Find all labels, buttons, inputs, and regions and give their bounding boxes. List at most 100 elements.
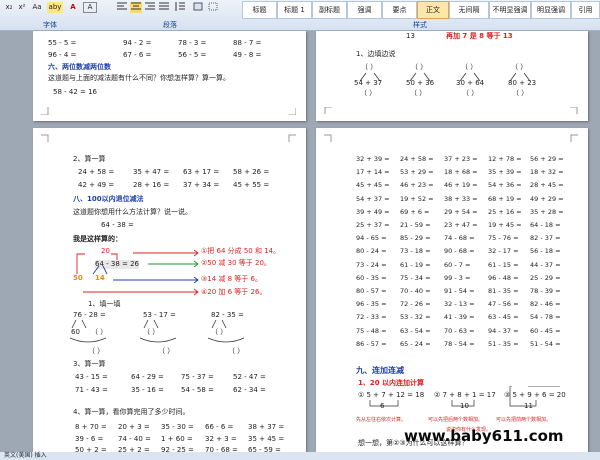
expr: 54 - 58 =: [181, 386, 214, 394]
expr: 64 - 29 =: [131, 373, 164, 381]
grid-expr: 25 + 16 =: [488, 207, 522, 216]
highlight-button[interactable]: aby: [47, 2, 63, 13]
expr: 35 - 30 =: [161, 423, 194, 431]
grid-expr: 75 - 48 =: [356, 326, 387, 335]
expr: 50 + 36: [406, 79, 435, 87]
crop-mark-icon: [289, 108, 296, 115]
grid-expr: 19 + 52 =: [400, 194, 434, 203]
expr: 38 + 37 =: [248, 423, 285, 431]
style-no-spacing[interactable]: 无间隔: [449, 1, 489, 19]
subsection-heading: 2、算一算: [73, 155, 106, 163]
grid-expr: 80 - 57 =: [356, 287, 387, 295]
expr: 78 - 3 =: [178, 39, 207, 47]
paren-blank: （ ）: [360, 89, 377, 97]
paren-blank: （ ）: [410, 89, 427, 97]
align-right-icon[interactable]: [144, 2, 156, 13]
expr: 35 - 16 =: [131, 386, 164, 394]
style-intense-emphasis[interactable]: 明显强调: [531, 1, 571, 19]
grid-expr: 69 + 6 =: [400, 207, 430, 216]
crop-mark-icon: [41, 107, 49, 115]
style-key-point[interactable]: 要点: [382, 1, 417, 19]
change-case-button[interactable]: Aa: [31, 2, 43, 13]
grid-expr: 35 + 28 =: [530, 207, 564, 216]
style-heading1[interactable]: 标题 1: [277, 1, 312, 19]
style-quote[interactable]: 引用: [571, 1, 600, 19]
expr: 74 - 40 =: [118, 435, 151, 443]
grid-expr: 32 + 39 =: [356, 155, 390, 163]
grid-expr: 46 + 23 =: [400, 181, 434, 190]
grid-expr: 70 - 40 =: [400, 287, 431, 295]
grid-expr: 53 + 29 =: [400, 168, 434, 177]
ribbon: x₂ x² Aa aby A A 字体 段落 样式 标题 标题 1 副标题 强调…: [0, 0, 600, 31]
style-subtle-emphasis[interactable]: 不明显强调: [489, 1, 531, 19]
align-left-icon[interactable]: [116, 2, 128, 13]
grid-expr: 94 - 65 =: [356, 234, 387, 243]
grid-expr: 51 - 54 =: [530, 339, 561, 348]
grid-expr: 51 - 35 =: [488, 339, 519, 348]
grid-expr: 41 - 39 =: [444, 313, 475, 322]
grid-expr: 72 - 26 =: [400, 300, 431, 309]
crop-mark-icon: [288, 134, 296, 142]
expr: 54 + 37: [354, 79, 383, 87]
grid-expr: 38 + 33 =: [444, 194, 478, 203]
expr: 67 - 6 =: [123, 51, 152, 59]
borders-icon[interactable]: [207, 2, 219, 13]
expr: 56 - 5 =: [178, 51, 207, 59]
shading-icon[interactable]: [192, 2, 204, 13]
grid-expr: 32 - 17 =: [488, 247, 519, 256]
grid-expr: 37 + 23 =: [444, 155, 478, 163]
fill-num: （ ）: [91, 328, 108, 336]
method-title: 我是这样算的：: [73, 235, 122, 243]
status-text: 英文(美国) 插入: [4, 452, 47, 459]
expr: 32 + 3 =: [205, 435, 237, 443]
grid-expr: 74 - 68 =: [444, 234, 475, 243]
subscript-button[interactable]: x₂: [4, 2, 14, 13]
grid-expr: 85 - 29 =: [400, 234, 431, 243]
paren-blank: （ ）: [462, 89, 479, 97]
expr: 96 - 4 =: [48, 51, 77, 59]
style-title[interactable]: 标题: [242, 1, 277, 19]
paren-blank: （ ）: [512, 89, 529, 97]
justify-icon[interactable]: [158, 2, 170, 13]
expr: 66 - 6 =: [205, 423, 234, 431]
note-3: 可以先把前两个数相加。: [496, 417, 552, 423]
step-4: ④20 加 6 等于 26。: [201, 288, 267, 296]
grid-expr: 60 - 45 =: [530, 326, 561, 335]
top-num: 13: [406, 32, 415, 40]
grid-expr: 70 - 63 =: [444, 326, 475, 335]
grid-expr: 12 + 78 =: [488, 155, 522, 163]
align-center-icon[interactable]: [130, 2, 142, 13]
grid-expr: 96 - 35 =: [356, 300, 387, 309]
grid-expr: 32 - 13 =: [444, 300, 475, 309]
expr: 49 - 8 =: [233, 51, 262, 59]
status-bar: 英文(美国) 插入: [0, 452, 600, 460]
style-emphasis[interactable]: 强调: [347, 1, 382, 19]
fill-num: （ ）: [143, 328, 160, 336]
style-normal[interactable]: 正文: [417, 1, 449, 19]
font-color-button[interactable]: A: [68, 2, 78, 13]
expr: 42 + 49 =: [78, 181, 115, 189]
grid-expr: 24 + 58 =: [400, 155, 434, 163]
grid-expr: 78 - 39 =: [530, 287, 561, 295]
grid-expr: 25 + 37 =: [356, 221, 390, 229]
grid-expr: 28 + 45 =: [530, 181, 564, 190]
expr: 24 + 58 =: [78, 168, 115, 176]
expr: 35 + 47 =: [133, 168, 170, 176]
fill-num: （ ）: [211, 328, 228, 336]
grid-expr: 56 - 18 =: [530, 247, 561, 256]
character-border-button[interactable]: A: [83, 2, 97, 13]
step-3: ③14 减 8 等于 6。: [201, 275, 262, 283]
page-top-left: 55 - 5 = 94 - 2 = 78 - 3 = 88 - 7 = 96 -…: [33, 31, 306, 121]
superscript-button[interactable]: x²: [17, 2, 27, 13]
expr: 80 + 23: [508, 79, 537, 87]
page-top-right: 13 再加 7 是 8 等于 13 1、边填边说 （ ） （ ） （ ） （ ）…: [316, 31, 588, 121]
style-subtitle[interactable]: 副标题: [312, 1, 347, 19]
grid-expr: 18 + 68 =: [444, 168, 478, 177]
grid-expr: 63 - 54 =: [400, 326, 431, 335]
expr: 45 + 55 =: [233, 181, 270, 189]
grid-expr: 82 - 46 =: [530, 300, 561, 309]
fill-num: （ ）: [88, 347, 105, 355]
expr: 35 + 45 =: [248, 435, 285, 443]
chain-below-3: 11: [524, 402, 533, 410]
line-spacing-icon[interactable]: [174, 2, 186, 13]
